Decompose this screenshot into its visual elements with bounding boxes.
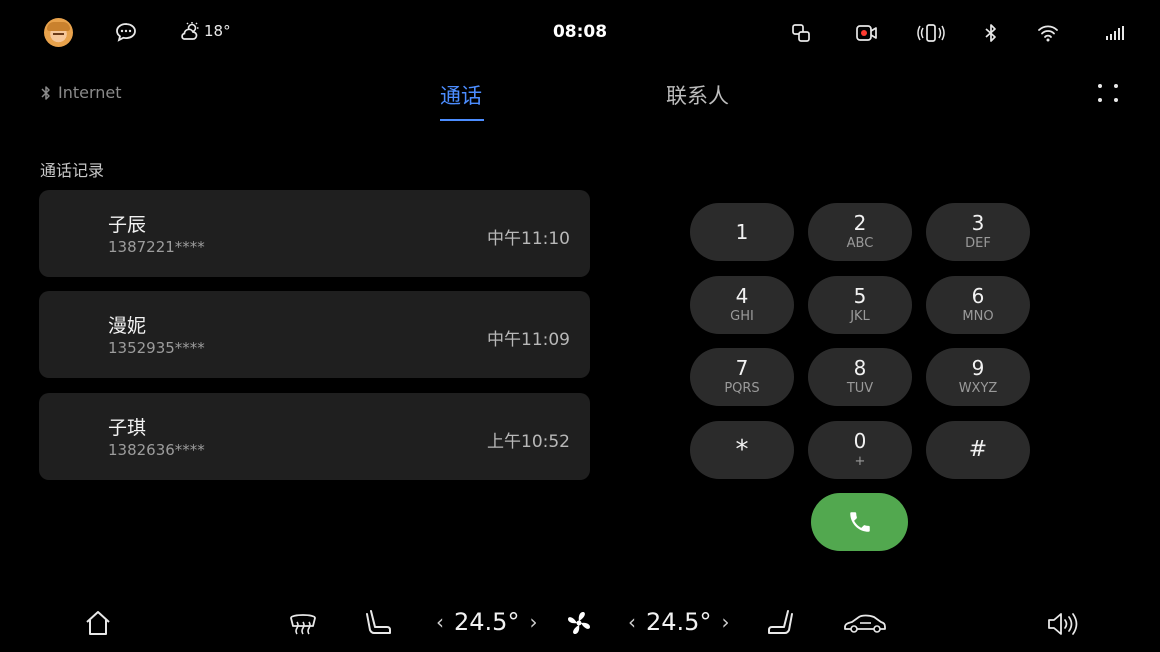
contact-name: 漫妮	[108, 315, 147, 337]
left-temperature-control: ‹ 24.5° ›	[436, 608, 537, 636]
left-temperature: 24.5°	[454, 608, 520, 636]
recording-camera-icon[interactable]	[855, 24, 879, 42]
more-options-button[interactable]	[1096, 81, 1120, 105]
key-digit: 6	[971, 284, 985, 308]
bluetooth-icon[interactable]	[983, 23, 999, 43]
key-letters: PQRS	[724, 381, 760, 396]
seat-icon	[768, 610, 793, 634]
volume-icon	[1048, 613, 1078, 635]
right-temperature-control: ‹ 24.5° ›	[628, 608, 729, 636]
temp-decrease-right-button[interactable]: ‹	[628, 610, 636, 634]
key-digit: 4	[735, 284, 749, 308]
dial-call-button[interactable]	[811, 493, 908, 551]
key-digit: 2	[853, 211, 867, 235]
contact-name: 子琪	[108, 417, 147, 439]
key-letters: GHI	[730, 309, 754, 324]
keypad-key-5[interactable]: 5 JKL	[808, 276, 912, 334]
keypad-key-hash[interactable]: #	[926, 421, 1030, 479]
temp-increase-right-button[interactable]: ›	[721, 610, 729, 634]
keypad-key-2[interactable]: 2 ABC	[808, 203, 912, 261]
key-letters: ABC	[846, 236, 874, 251]
phone-number: 1387221****	[108, 238, 205, 256]
rear-defrost-icon	[290, 614, 316, 635]
key-letters: +	[854, 454, 866, 469]
key-letters: MNO	[962, 309, 994, 324]
volume-button[interactable]	[1046, 611, 1078, 637]
bluetooth-icon	[40, 84, 52, 102]
key-letters: WXYZ	[958, 381, 998, 396]
wifi-icon[interactable]	[1037, 24, 1059, 42]
call-history-title: 通话记录	[40, 161, 105, 180]
fan-icon	[568, 612, 590, 634]
keypad-key-6[interactable]: 6 MNO	[926, 276, 1030, 334]
grid-dots-icon	[1098, 84, 1118, 102]
bluetooth-device-label: Internet	[58, 83, 122, 102]
keypad-key-8[interactable]: 8 TUV	[808, 348, 912, 406]
keypad-key-7[interactable]: 7 PQRS	[690, 348, 794, 406]
bluetooth-connection[interactable]: Internet	[40, 83, 122, 102]
temp-decrease-left-button[interactable]: ‹	[436, 610, 444, 634]
key-digit: 9	[971, 356, 985, 380]
key-letters: DEF	[965, 236, 991, 251]
home-icon	[86, 611, 110, 635]
active-tab-indicator	[440, 119, 484, 121]
signal-strength-icon	[1105, 25, 1125, 41]
car-settings-button[interactable]	[842, 612, 888, 634]
call-history-item[interactable]: 子琪 1382636**** 上午10:52	[39, 393, 590, 480]
phone-number: 1352935****	[108, 339, 205, 357]
key-digit: 3	[971, 211, 985, 235]
passenger-seat-heat-button[interactable]	[766, 608, 794, 638]
fan-button[interactable]	[565, 609, 593, 637]
phone-icon	[847, 509, 873, 535]
call-time: 中午11:10	[487, 229, 570, 249]
keypad-key-3[interactable]: 3 DEF	[926, 203, 1030, 261]
vibrate-icon[interactable]	[917, 23, 945, 43]
tab-calls[interactable]: 通话	[440, 80, 482, 110]
key-symbol: *	[735, 435, 749, 465]
keypad-key-0[interactable]: 0 +	[808, 421, 912, 479]
rear-defrost-button[interactable]	[288, 610, 318, 636]
seat-icon	[366, 610, 391, 634]
key-symbol: #	[968, 437, 988, 462]
keypad-key-9[interactable]: 9 WXYZ	[926, 348, 1030, 406]
keypad-key-4[interactable]: 4 GHI	[690, 276, 794, 334]
home-button[interactable]	[84, 609, 112, 637]
contact-name: 子辰	[108, 214, 147, 236]
key-digit: 8	[853, 356, 867, 380]
phone-number: 1382636****	[108, 441, 205, 459]
driver-seat-heat-button[interactable]	[365, 608, 393, 638]
car-icon	[844, 614, 886, 633]
right-temperature: 24.5°	[646, 608, 712, 636]
screen-mirror-icon[interactable]	[791, 23, 811, 43]
key-digit: 7	[735, 356, 749, 380]
key-letters: TUV	[846, 381, 874, 396]
key-digit: 0	[853, 429, 867, 453]
key-letters: JKL	[850, 309, 870, 324]
key-digit: 5	[853, 284, 867, 308]
call-time: 中午11:09	[487, 330, 570, 350]
temp-increase-left-button[interactable]: ›	[529, 610, 537, 634]
call-time: 上午10:52	[487, 432, 570, 452]
keypad-key-1[interactable]: 1	[690, 203, 794, 261]
call-history-item[interactable]: 子辰 1387221**** 中午11:10	[39, 190, 590, 277]
call-history-item[interactable]: 漫妮 1352935**** 中午11:09	[39, 291, 590, 378]
tab-contacts[interactable]: 联系人	[666, 80, 729, 110]
keypad-key-star[interactable]: *	[690, 421, 794, 479]
key-digit: 1	[735, 220, 749, 244]
